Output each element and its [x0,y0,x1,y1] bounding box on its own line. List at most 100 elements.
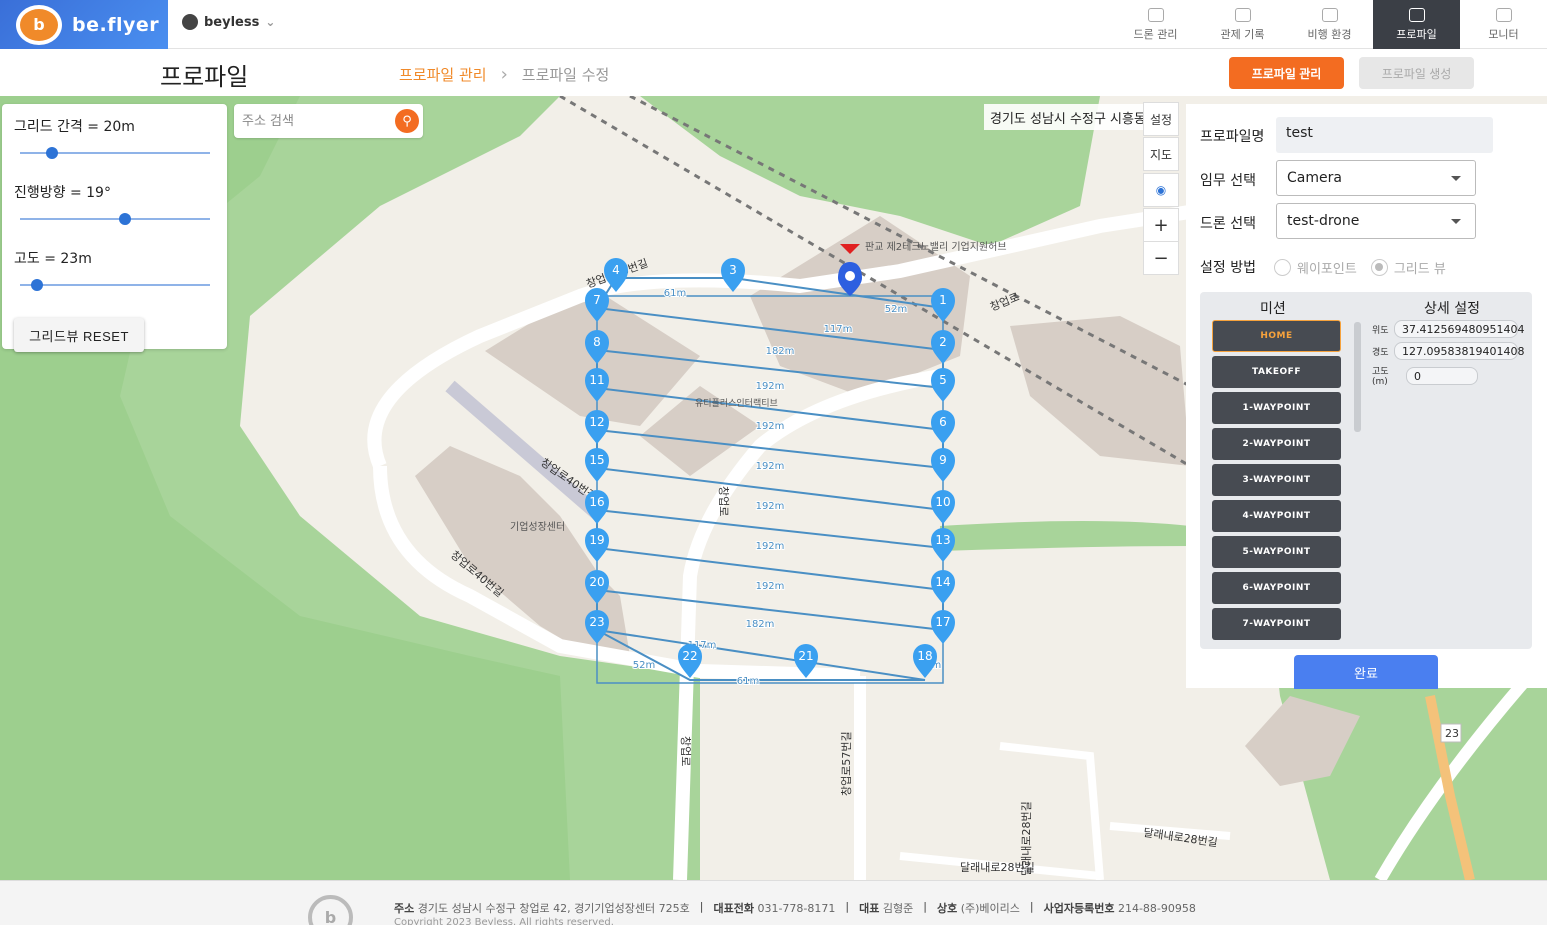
slider-thumb[interactable] [31,279,44,291]
latitude-field[interactable]: 37.412569480951404 [1394,320,1524,338]
footer-ceo-label: 대표 [859,902,880,915]
waypoint-pin[interactable]: 10 [931,490,955,524]
method-label: 설정 방법 [1200,260,1256,276]
profile-edit-panel: 프로파일명 test 임무 선택 Camera 드론 선택 test-drone… [1186,104,1547,689]
waypoint-pin[interactable]: 15 [585,448,609,482]
footer-tel-value: 031-778-8171 [757,902,836,915]
distance-label: 192m [756,581,785,592]
zoom-out-button[interactable]: − [1143,241,1179,275]
nav-drone-management[interactable]: 드론 관리 [1112,0,1199,49]
profile-manage-button[interactable]: 프로파일 관리 [1229,57,1344,89]
app-root: b be.flyer beyless ⌄ 드론 관리 관제 기록 비행 환경 프… [0,0,1547,925]
mission-box: 미션 상세 설정 HOME TAKEOFF 1-WAYPOINT 2-WAYPOINT… [1200,292,1532,649]
divider: | [1029,900,1034,913]
waypoint-number: 4 [612,263,620,277]
brand-logo[interactable]: b be.flyer [0,0,168,49]
grid-spacing-slider[interactable] [20,146,210,160]
longitude-field[interactable]: 127.09583819401408 [1394,342,1524,360]
slider-track [20,218,210,220]
map-settings-button[interactable]: 설정 [1143,102,1179,136]
waypoint-pin[interactable]: 19 [585,528,609,562]
heading-slider[interactable] [20,212,210,226]
nav-flight-environment[interactable]: 비행 환경 [1286,0,1373,49]
mission-item[interactable]: 4-WAYPOINT [1212,500,1341,532]
caret-down-icon [1451,176,1461,181]
waypoint-number: 2 [939,335,947,349]
footer-biz: 사업자등록번호 214-88-90958 [1044,900,1196,916]
done-button[interactable]: 완료 [1294,655,1438,689]
search-input[interactable] [234,104,384,138]
current-address: 경기도 성남시 수정구 시흥동 [984,104,1152,130]
heading-row: 진행방향 = 19° [14,182,215,226]
brand-name: be.flyer [72,13,160,36]
locate-icon[interactable]: ◉ [1143,173,1179,207]
zoom-in-button[interactable]: + [1143,208,1179,242]
waypoint-pin[interactable]: 6 [931,410,955,444]
mission-item[interactable]: 3-WAYPOINT [1212,464,1341,496]
nav-monitor[interactable]: 모니터 [1460,0,1547,49]
waypoint-number: 10 [935,495,950,509]
method-waypoint-radio[interactable]: 웨이포인트 [1274,258,1357,277]
waypoint-pin[interactable]: 12 [585,410,609,444]
caret-down-icon [1451,219,1461,224]
mission-item[interactable]: TAKEOFF [1212,356,1341,388]
nav-label: 비행 환경 [1307,27,1352,41]
waypoint-number: 19 [589,533,604,547]
nav-control-records[interactable]: 관제 기록 [1199,0,1286,49]
mission-item[interactable]: 2-WAYPOINT [1212,428,1341,460]
altitude-slider[interactable] [20,278,210,292]
radio-circle-checked [1370,259,1388,276]
altitude-field[interactable]: 0 [1406,366,1478,385]
breadcrumb-current[interactable]: 프로파일 관리 [399,64,487,85]
road-label: 창업로 [988,290,1021,313]
footer-ceo: 대표 김형준 [859,900,913,916]
map-pin-icon [1408,7,1425,22]
mission-item[interactable]: 7-WAYPOINT [1212,608,1341,640]
distance-label: 192m [756,461,785,472]
mission-select[interactable]: Camera [1276,160,1476,196]
search-icon[interactable]: ⚲ [395,109,419,133]
top-nav-bar: b be.flyer beyless ⌄ 드론 관리 관제 기록 비행 환경 프… [0,0,1547,49]
org-selector[interactable]: beyless ⌄ [182,14,275,30]
slider-thumb[interactable] [46,147,59,159]
mission-item[interactable]: 1-WAYPOINT [1212,392,1341,424]
longitude-label: 경도 [1372,347,1389,358]
map-type-button[interactable]: 지도 [1143,137,1179,171]
grid-reset-button[interactable]: 그리드뷰 RESET [14,318,144,352]
distance-label: 52m [633,660,655,671]
footer-company-label: 상호 [936,902,958,915]
drone-select[interactable]: test-drone [1276,203,1476,239]
waypoint-pin[interactable]: 13 [931,528,955,562]
user-icon [182,14,198,30]
distance-label: 61m [737,676,759,687]
method-grid-radio[interactable]: 그리드 뷰 [1370,258,1446,277]
waypoint-pin[interactable]: 5 [931,368,955,402]
page-header: 프로파일 프로파일 관리 › 프로파일 수정 프로파일 관리 프로파일 생성 [0,49,1547,96]
layers-icon [1234,7,1251,22]
waypoint-pin[interactable]: 16 [585,490,609,524]
slider-thumb[interactable] [118,213,131,225]
altitude-label: 고도 = 23m [14,251,92,267]
divider: | [845,900,850,913]
profile-create-button[interactable]: 프로파일 생성 [1359,57,1474,89]
mission-item[interactable]: 6-WAYPOINT [1212,572,1341,604]
page-title: 프로파일 [160,63,249,91]
building-label: 유티플러스인터랙티브 [695,398,778,409]
waypoint-pin[interactable]: 14 [931,570,955,604]
grid-settings-panel: 그리드 간격 = 20m 진행방향 = 19° 고도 = 23m 그리드뷰 RE… [2,104,227,352]
divider: | [699,900,704,913]
mission-item[interactable]: 5-WAYPOINT [1212,536,1341,568]
waypoint-pin[interactable]: 18 [913,644,937,678]
mission-item[interactable]: HOME [1212,320,1341,352]
profile-name-field[interactable]: test [1276,117,1493,153]
footer-tel: 대표전화 031-778-8171 [713,900,835,916]
waypoint-pin[interactable]: 17 [931,610,955,644]
waypoint-number: 3 [729,263,737,277]
distance-label: 117m [824,324,853,335]
waypoint-number: 1 [939,293,947,307]
waypoint-number: 6 [939,415,947,429]
nav-profile[interactable]: 프로파일 [1373,0,1460,49]
breadcrumb: 프로파일 관리 › 프로파일 수정 [399,64,609,85]
waypoint-pin[interactable]: 9 [931,448,955,482]
mission-scrollbar[interactable] [1354,322,1361,432]
